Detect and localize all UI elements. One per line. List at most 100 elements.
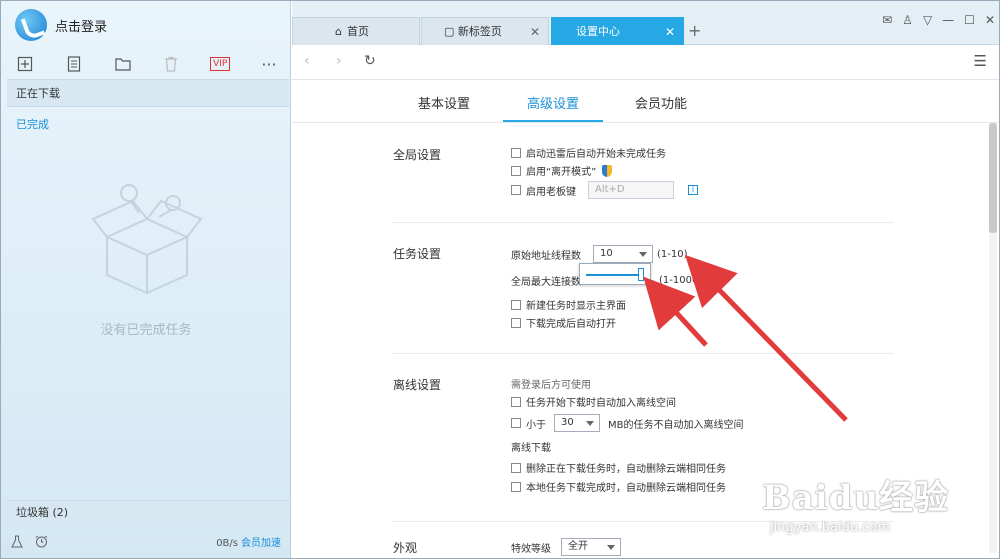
tab-home-label: 首页 [347, 25, 369, 38]
empty-message: 没有已完成任务 [100, 323, 192, 338]
tab-advanced-settings[interactable]: 高级设置 [527, 93, 579, 112]
option-thread-count: 原始地址线程数 10 (1-10) [511, 245, 688, 263]
tab-bar: ⌂ 首页 ▢ 新标签页 ✕ 设置中心 ✕ + ✉ ♙ ▽ — ☐ ✕ [292, 1, 999, 45]
size-threshold-select[interactable]: 30 [554, 414, 600, 432]
section-divider [392, 222, 894, 223]
option-label: 特效等级 [511, 543, 551, 555]
option-label: 小于 [526, 419, 546, 431]
more-button[interactable]: ··· [253, 52, 285, 76]
task-detail-button[interactable] [58, 52, 90, 76]
vip-badge: VIP [210, 57, 231, 71]
minimize-icon[interactable]: — [942, 13, 954, 27]
option-label: 启用“离开模式” [526, 167, 597, 178]
option-label: 启动迅雷后自动开始未完成任务 [526, 149, 666, 160]
scrollbar-thumb[interactable] [989, 123, 997, 233]
checkbox[interactable] [511, 299, 521, 310]
section-title-global: 全局设置 [393, 148, 442, 162]
option-delete-cloud-on-delete[interactable]: 删除正在下载任务时，自动删除云端相同任务 [511, 460, 726, 475]
back-icon[interactable]: ‹ [304, 53, 310, 69]
tab-new[interactable]: ▢ 新标签页 ✕ [421, 17, 549, 45]
checkbox[interactable] [511, 396, 521, 407]
tab-basic-settings[interactable]: 基本设置 [418, 93, 470, 112]
checkbox[interactable] [511, 418, 521, 428]
checkbox[interactable] [511, 147, 521, 158]
dropdown-icon[interactable]: ▽ [923, 13, 932, 27]
folder-icon [114, 58, 131, 71]
section-title-task: 任务设置 [393, 247, 442, 261]
checkbox[interactable] [511, 462, 521, 473]
empty-box-icon [91, 184, 203, 295]
range-hint: (1-10) [657, 248, 688, 260]
option-auto-start[interactable]: 启动迅雷后自动开始未完成任务 [511, 145, 666, 160]
close-window-icon[interactable]: ✕ [985, 13, 995, 27]
option-label: 原始地址线程数 [511, 250, 581, 262]
baidu-watermark: Baidu经验 jingyan.baidu.com [756, 470, 976, 550]
option-delete-cloud-on-complete[interactable]: 本地任务下载完成时，自动删除云端相同任务 [511, 479, 726, 494]
tab-settings-label: 设置中心 [576, 25, 620, 38]
mail-icon[interactable]: ✉ [882, 13, 892, 27]
accelerate-link[interactable]: 会员加速 [241, 538, 281, 549]
plus-square-icon [17, 56, 33, 72]
close-tab-icon[interactable]: ✕ [665, 18, 675, 46]
option-label: 新建任务时显示主界面 [526, 301, 626, 312]
add-tab-button[interactable]: + [688, 21, 701, 40]
boss-key-input[interactable]: Alt+D [588, 181, 674, 199]
new-task-button[interactable] [9, 52, 41, 76]
option-auto-open[interactable]: 下载完成后自动打开 [511, 315, 616, 330]
status-bar: 0B/s 会员加速 [1, 529, 291, 553]
open-folder-button[interactable] [107, 52, 139, 76]
sidebar-item-trash[interactable]: 垃圾箱 (2) [7, 500, 289, 524]
delete-button[interactable] [155, 52, 187, 76]
active-tab-indicator [503, 120, 603, 122]
close-tab-icon[interactable]: ✕ [530, 18, 540, 46]
page-icon: ▢ [444, 25, 455, 38]
subsection-title-offline-download: 离线下载 [511, 443, 551, 454]
option-auto-offline[interactable]: 任务开始下载时自动加入离线空间 [511, 394, 676, 409]
menu-icon[interactable]: ☰ [974, 52, 987, 70]
address-bar: ‹ › ↻ ☰ [292, 46, 999, 80]
settings-tabs: 基本设置 高级设置 会员功能 [292, 81, 999, 123]
forward-icon[interactable]: › [336, 53, 342, 69]
sidebar-item-downloading[interactable]: 正在下载 [7, 79, 289, 107]
option-boss-key[interactable]: 启用老板键 Alt+D i [511, 181, 698, 199]
shield-icon [602, 164, 613, 177]
info-icon[interactable]: i [688, 185, 698, 195]
sidebar-item-completed[interactable]: 已完成 [7, 111, 289, 139]
maximize-icon[interactable]: ☐ [964, 13, 975, 27]
option-label: 删除正在下载任务时，自动删除云端相同任务 [526, 464, 726, 475]
effects-level-select[interactable]: 全开 [561, 538, 621, 556]
skin-icon[interactable]: ♙ [902, 13, 913, 27]
thread-count-select[interactable]: 10 [593, 245, 653, 263]
slider-track [586, 274, 640, 276]
range-hint: (1-1000) [659, 275, 703, 286]
option-label: 启用老板键 [526, 186, 576, 198]
section-title-offline: 离线设置 [393, 378, 442, 392]
option-size-threshold[interactable]: 小于 30 MB的任务不自动加入离线空间 [511, 414, 744, 432]
checkbox[interactable] [511, 317, 521, 328]
window-controls: ✉ ♙ ▽ — ☐ ✕ [882, 13, 995, 27]
vip-button[interactable]: VIP [204, 52, 236, 76]
home-icon: ⌂ [335, 25, 342, 38]
option-label: MB的任务不自动加入离线空间 [608, 419, 744, 431]
section-divider [392, 353, 894, 354]
option-label: 全局最大连接数 [511, 277, 581, 288]
option-show-main-ui[interactable]: 新建任务时显示主界面 [511, 297, 626, 312]
checkbox[interactable] [511, 481, 521, 492]
tab-home[interactable]: ⌂ 首页 [292, 17, 420, 45]
flask-icon[interactable] [11, 535, 23, 548]
tab-member-features[interactable]: 会员功能 [635, 93, 687, 112]
alarm-clock-icon[interactable] [35, 535, 48, 548]
checkbox[interactable] [511, 165, 521, 176]
refresh-icon[interactable]: ↻ [364, 53, 376, 69]
checkbox[interactable] [511, 185, 521, 195]
option-label: 任务开始下载时自动加入离线空间 [526, 398, 676, 409]
slider-handle[interactable] [638, 268, 644, 281]
scrollbar[interactable] [989, 123, 997, 553]
watermark-url: jingyan.baidu.com [770, 520, 890, 535]
login-link[interactable]: 点击登录 [55, 16, 107, 35]
document-icon [67, 56, 80, 72]
option-away-mode[interactable]: 启用“离开模式” [511, 163, 613, 178]
option-label: 下载完成后自动打开 [526, 319, 616, 330]
tab-settings[interactable]: 设置中心 ✕ [551, 17, 684, 45]
connections-slider[interactable] [579, 263, 651, 285]
